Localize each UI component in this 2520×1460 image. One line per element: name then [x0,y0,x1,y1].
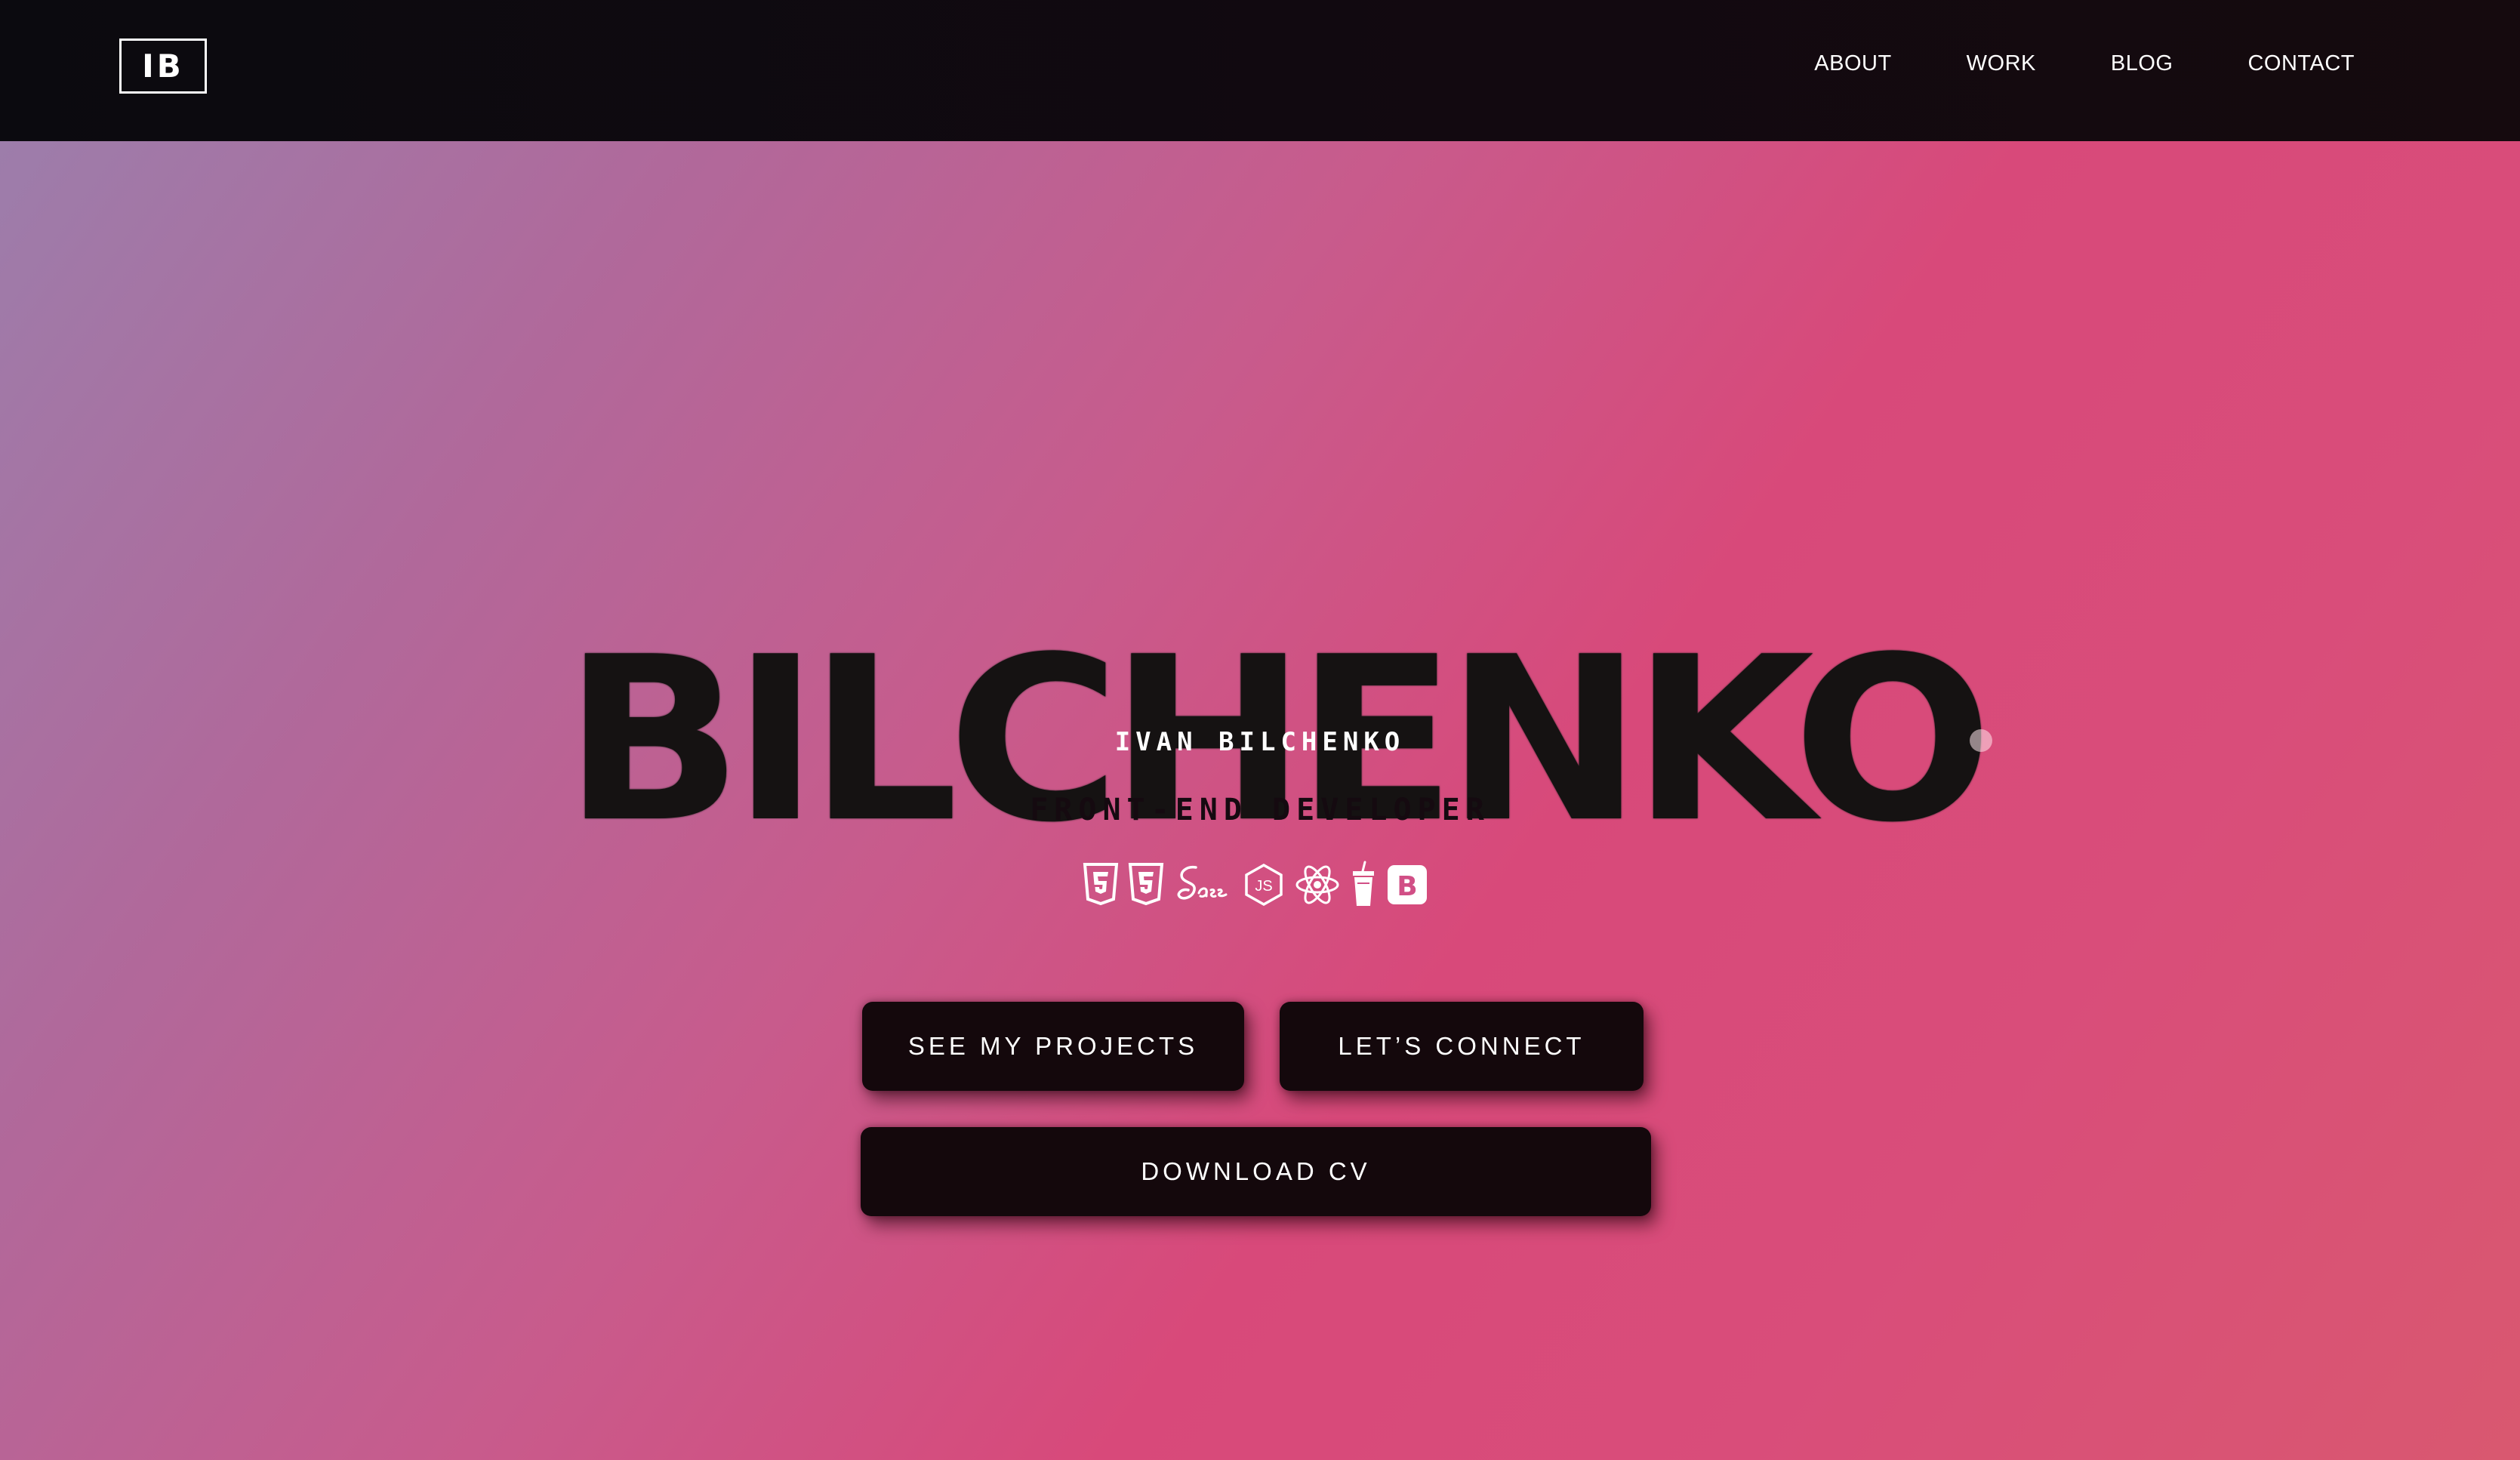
top-navbar: IB ABOUT WORK BLOG CONTACT [0,0,2520,141]
svg-text:JS: JS [1255,878,1272,895]
see-projects-button[interactable]: SEE MY PROJECTS [862,1002,1244,1091]
svg-text:B: B [1397,871,1417,902]
nav-link-about[interactable]: ABOUT [1814,51,1891,76]
hero-role: FRONT-END DEVELOPER [1030,793,1490,827]
hero-name: IVAN BILCHENKO [1114,727,1406,757]
cursor-dot [1970,729,1992,752]
html5-icon [1083,863,1119,906]
main-nav: ABOUT WORK BLOG CONTACT [1739,51,2355,76]
nav-link-blog[interactable]: BLOG [2111,51,2173,76]
css3-icon [1128,863,1164,906]
nodejs-icon: JS [1245,863,1283,907]
gulp-icon [1353,861,1374,906]
nav-link-work[interactable]: WORK [1967,51,2036,76]
lets-connect-button[interactable]: LET’S CONNECT [1280,1002,1644,1091]
tech-stack-icons: JS B [1083,861,1428,909]
download-cv-button[interactable]: DOWNLOAD CV [861,1127,1651,1216]
react-icon [1295,865,1339,904]
logo-home-link[interactable]: IB [119,39,207,94]
sass-icon [1177,865,1228,900]
bootstrap-icon: B [1388,865,1427,904]
nav-link-contact[interactable]: CONTACT [2247,51,2355,76]
